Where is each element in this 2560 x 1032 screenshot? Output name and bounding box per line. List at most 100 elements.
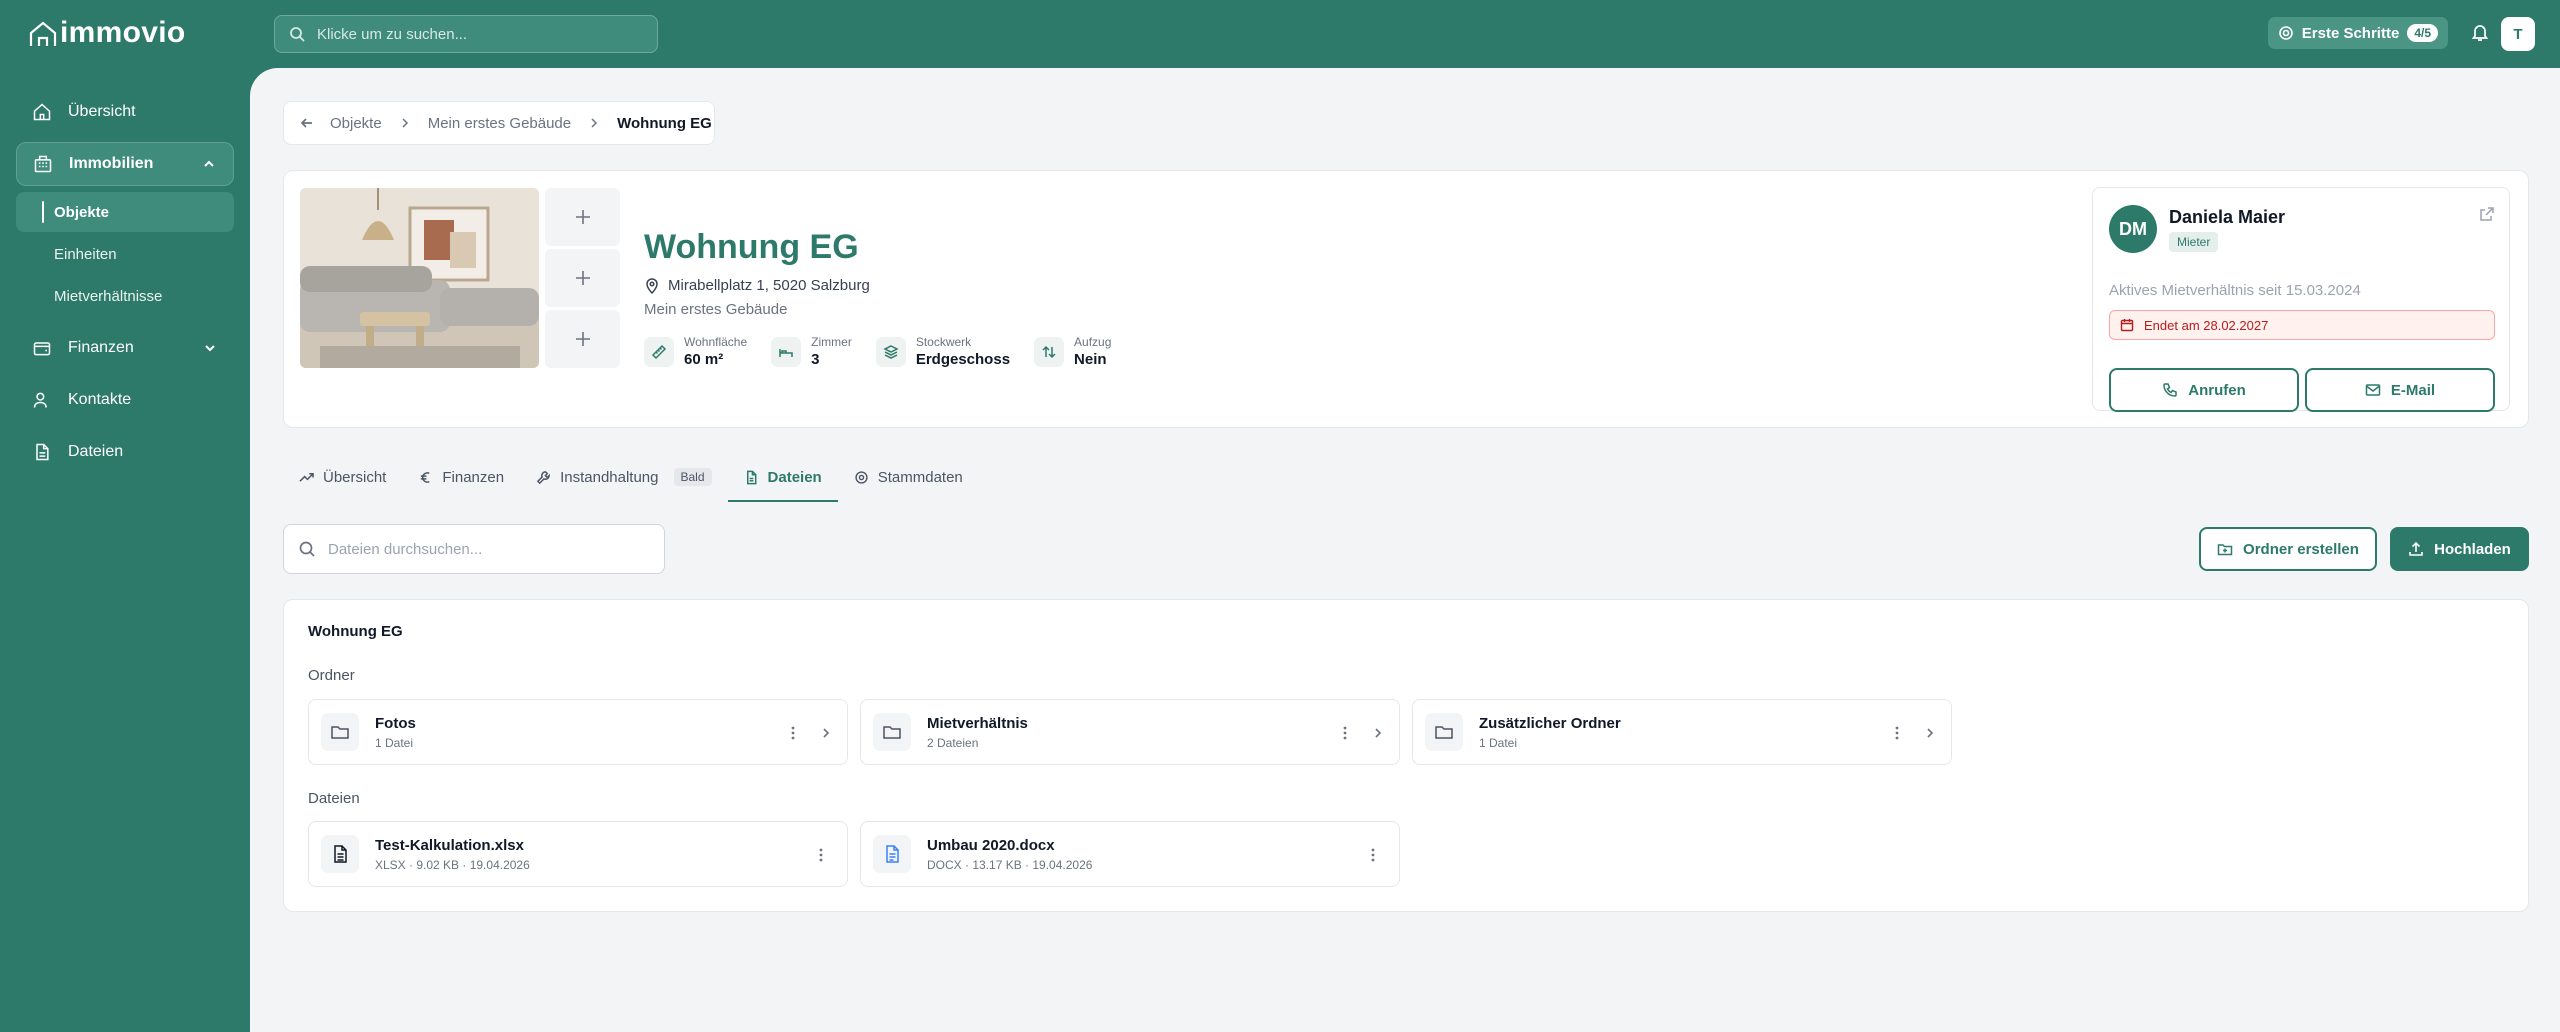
tab-label: Stammdaten (877, 468, 963, 486)
folder-meta: 1 Datei (375, 735, 414, 750)
chevron-down-icon (205, 345, 215, 352)
tab-overview[interactable]: Übersicht (283, 454, 402, 500)
building-icon (34, 155, 52, 173)
sidebar-item-contacts[interactable]: Kontakte (16, 378, 234, 422)
sidebar-item-label: Kontakte (68, 391, 132, 408)
fact-label: Zimmer (811, 335, 852, 349)
calendar-icon (2120, 319, 2134, 332)
chevron-right-icon (1927, 728, 1934, 738)
phone-icon (2163, 383, 2177, 397)
global-search-input[interactable]: Klicke um zu suchen... (274, 15, 658, 53)
chevron-right-icon (823, 728, 830, 738)
folder-name: Mietverhältnis (927, 714, 1028, 732)
create-folder-button[interactable]: Ordner erstellen (2199, 527, 2377, 571)
user-avatar[interactable]: T (2501, 17, 2535, 51)
fact-value: Nein (1074, 351, 1107, 368)
sidebar-item-label: Dateien (68, 443, 124, 460)
users-icon (33, 392, 47, 408)
tab-master-data[interactable]: Stammdaten (838, 454, 979, 500)
main-content: Objekte Mein erstes Gebäude Wohnung EG W… (250, 68, 2560, 1032)
bell-icon[interactable] (2470, 22, 2490, 42)
spreadsheet-file-icon (334, 845, 347, 863)
plus-icon (575, 332, 590, 346)
email-button[interactable]: E-Mail (2305, 368, 2495, 412)
file-item[interactable]: Test-Kalkulation.xlsx XLSX · 9.02 KB · 19… (308, 821, 848, 887)
sidebar-subnav: Objekte Einheiten Mietverhältnisse (16, 192, 234, 316)
search-icon (290, 27, 305, 42)
fact-label: Wohnfläche (684, 335, 748, 349)
first-steps-progress: 4/5 (2407, 24, 2438, 42)
property-address: Mirabellplatz 1, 5020 Salzburg (644, 277, 870, 294)
first-steps-label: Erste Schritte (2301, 24, 2400, 42)
first-steps-button[interactable]: Erste Schritte 4/5 (2267, 17, 2448, 49)
more-vertical-icon[interactable] (785, 724, 801, 742)
files-heading: Wohnung EG (308, 623, 403, 640)
sidebar-item-finances[interactable]: Finanzen (16, 326, 234, 370)
sidebar-subitem-einheiten[interactable]: Einheiten (16, 234, 234, 274)
files-search-input[interactable]: Dateien durchsuchen... (283, 524, 665, 574)
arrow-left-icon[interactable] (300, 116, 314, 130)
sidebar-subitem-objekte[interactable]: Objekte (16, 192, 234, 232)
fact-value: Erdgeschoss (915, 351, 1011, 368)
more-vertical-icon[interactable] (813, 846, 829, 864)
tab-finances[interactable]: Finanzen (402, 454, 520, 500)
upload-button[interactable]: Hochladen (2390, 527, 2529, 571)
elevator-icon (1042, 345, 1056, 358)
file-item[interactable]: Umbau 2020.docx DOCX · 13.17 KB · 19.04.2… (860, 821, 1400, 887)
upload-icon (2409, 541, 2423, 556)
tenancy-end-text: Endet am 28.02.2027 (2144, 317, 2269, 333)
property-address-text: Mirabellplatz 1, 5020 Salzburg (668, 277, 870, 294)
fact-living-area: Wohnfläche 60 m² (644, 335, 747, 368)
tenant-avatar: DM (2109, 205, 2157, 253)
file-name: Umbau 2020.docx (927, 836, 1055, 854)
sidebar-item-properties[interactable]: Immobilien (16, 142, 234, 186)
house-logo-icon (29, 21, 57, 46)
chevron-right-icon (591, 118, 598, 128)
add-photo-button[interactable] (545, 188, 620, 246)
sidebar-item-label: Finanzen (68, 339, 134, 356)
fact-value: 3 (811, 351, 820, 368)
external-link-icon[interactable] (2479, 206, 2495, 222)
file-meta: DOCX · 13.17 KB · 19.04.2026 (927, 857, 1093, 872)
property-building[interactable]: Mein erstes Gebäude (644, 301, 787, 318)
add-photo-button[interactable] (545, 249, 620, 307)
folder-item[interactable]: Zusätzlicher Ordner 1 Datei (1412, 699, 1952, 765)
add-photo-button[interactable] (545, 310, 620, 368)
logo[interactable]: immovio (28, 16, 185, 50)
sidebar-item-label: Immobilien (69, 155, 154, 172)
property-photo[interactable] (300, 188, 539, 368)
map-pin-icon (646, 277, 658, 294)
folders-section-label: Ordner (308, 667, 355, 684)
sidebar-subitem-mietverhaeltnisse[interactable]: Mietverhältnisse (16, 276, 234, 316)
fact-floor: Stockwerk Erdgeschoss (875, 335, 1011, 368)
sidebar-nav: Übersicht Immobilien Objekte Einheiten M… (16, 90, 234, 482)
breadcrumb-item[interactable]: Objekte (330, 115, 382, 132)
sidebar-item-label: Übersicht (68, 103, 136, 120)
fact-label: Aufzug (1074, 335, 1112, 349)
more-vertical-icon[interactable] (1889, 724, 1905, 742)
tab-soon-badge: Bald (673, 468, 712, 486)
breadcrumb-item[interactable]: Mein erstes Gebäude (428, 115, 571, 132)
call-button[interactable]: Anrufen (2109, 368, 2299, 412)
topbar: Klicke um zu suchen... Erste Schritte 4/… (250, 0, 2560, 68)
folder-item[interactable]: Fotos 1 Datei (308, 699, 848, 765)
ruler-icon (651, 344, 667, 359)
tenant-role-badge: Mieter (2169, 232, 2219, 252)
folder-icon (331, 726, 349, 739)
tab-maintenance[interactable]: Instandhaltung Bald (520, 454, 727, 500)
sidebar-item-overview[interactable]: Übersicht (16, 90, 234, 134)
folder-plus-icon (2217, 544, 2233, 556)
layers-icon (883, 344, 899, 359)
files-search-placeholder: Dateien durchsuchen... (328, 540, 483, 558)
file-icon (746, 470, 756, 484)
wallet-icon (33, 342, 51, 356)
property-card: Wohnung EG Mirabellplatz 1, 5020 Salzbur… (283, 170, 2529, 428)
bed-icon (779, 348, 793, 357)
folder-item[interactable]: Mietverhältnis 2 Dateien (860, 699, 1400, 765)
sidebar-item-files[interactable]: Dateien (16, 430, 234, 474)
create-folder-label: Ordner erstellen (2243, 540, 2359, 558)
more-vertical-icon[interactable] (1337, 724, 1353, 742)
folder-icon (883, 726, 901, 739)
tab-files[interactable]: Dateien (727, 454, 838, 502)
more-vertical-icon[interactable] (1365, 846, 1381, 864)
